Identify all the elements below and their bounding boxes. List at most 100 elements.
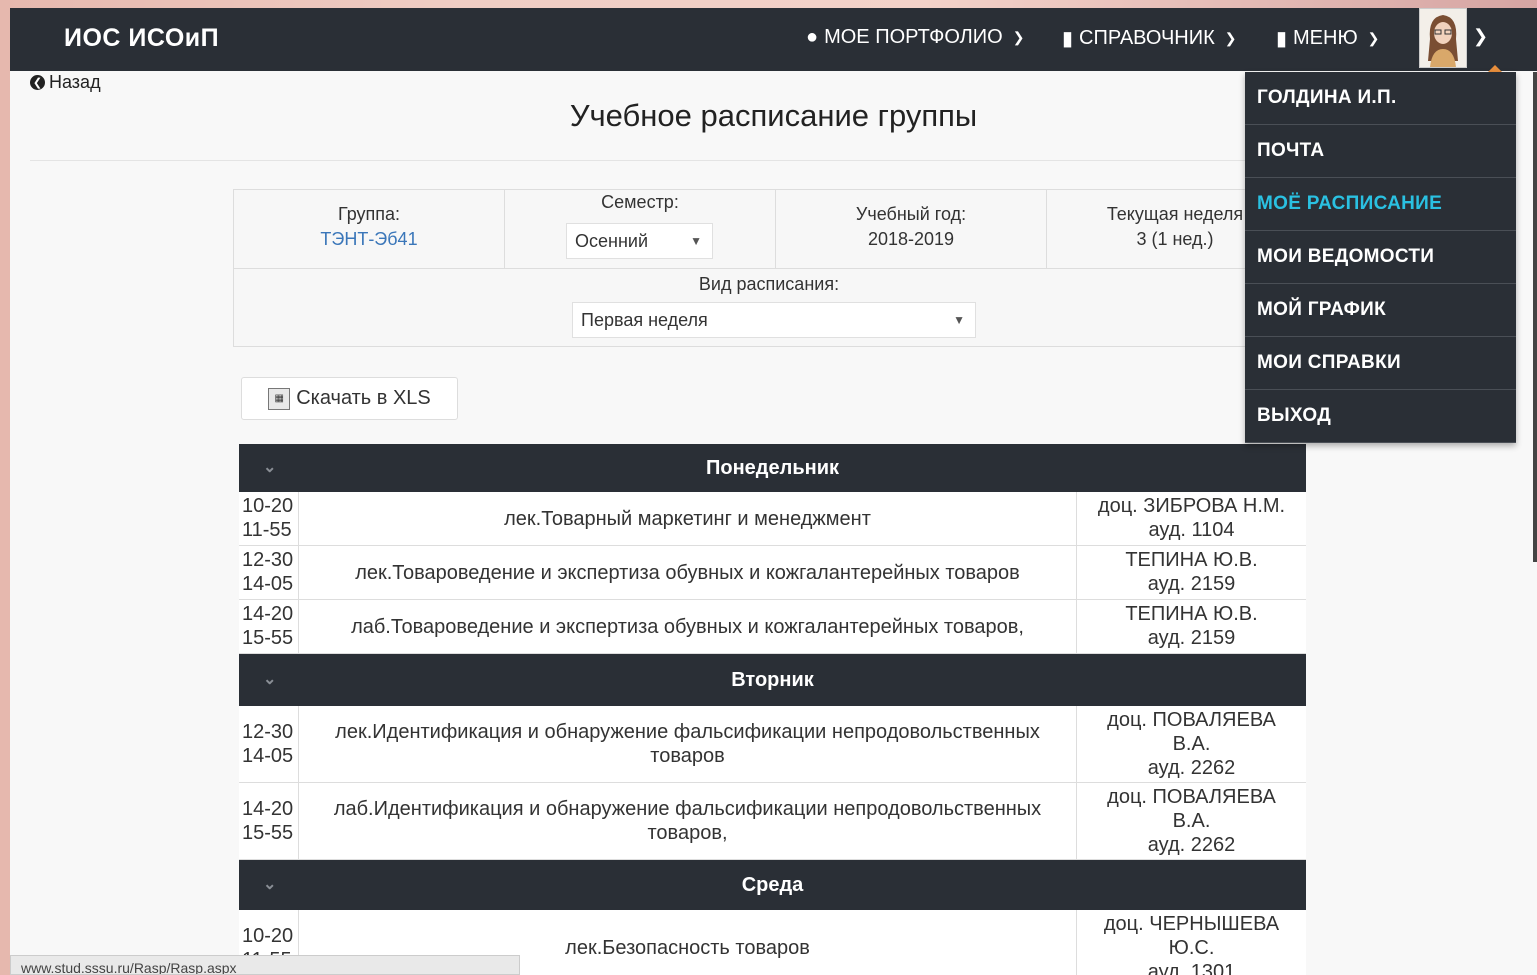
nav-menu-label: МЕНЮ: [1293, 27, 1358, 49]
menu-item-my-certificates[interactable]: МОИ СПРАВКИ: [1245, 337, 1516, 390]
caret-down-icon: ▼: [690, 234, 702, 248]
semester-select[interactable]: Осенний ▼: [566, 223, 713, 259]
time-end: 15-55: [242, 627, 294, 649]
teacher-name: доц. ЧЕРНЫШЕВА: [1103, 913, 1280, 935]
group-link[interactable]: ТЭНТ-Эб41: [234, 229, 504, 250]
download-xls-label: Скачать в XLS: [296, 387, 431, 409]
lesson-teacher: доц. ПОВАЛЯЕВА В.А. ауд. 2262: [1077, 783, 1306, 859]
day-header-monday[interactable]: ⌄ Понедельник: [239, 444, 1306, 492]
group-cell: Группа: ТЭНТ-Эб41: [234, 190, 505, 268]
brand-logo[interactable]: ИОС ИСОиП: [64, 24, 219, 53]
day-name: Среда: [741, 874, 804, 896]
time-start: 10-20: [242, 925, 294, 947]
nav-portfolio[interactable]: ● МОЕ ПОРТФОЛИО ❯: [806, 26, 1024, 49]
book-icon: ▮: [1276, 28, 1288, 50]
status-bar-url: www.stud.sssu.ru/Rasp/Rasp.aspx: [10, 955, 520, 975]
time-start: 10-20: [242, 495, 294, 517]
lesson-time: 12-30 14-05: [239, 546, 299, 599]
lesson-time: 14-20 15-55: [239, 600, 299, 653]
spreadsheet-icon: ▦: [268, 387, 291, 410]
back-link[interactable]: ❮ Назад: [30, 72, 101, 93]
chevron-down-icon[interactable]: ⌄: [263, 860, 276, 910]
menu-item-mail[interactable]: ПОЧТА: [1245, 125, 1516, 178]
semester-label: Семестр:: [601, 192, 679, 212]
lesson-teacher: доц. ЧЕРНЫШЕВА Ю.С. ауд. 1301: [1077, 910, 1306, 975]
table-row: 14-20 15-55 лаб.Идентификация и обнаружен…: [239, 783, 1306, 860]
chevron-down-icon: ❯: [1012, 29, 1025, 45]
book-icon: ▮: [1062, 28, 1074, 50]
lesson-teacher: доц. ЗИБРОВА Н.М. ауд. 1104: [1077, 492, 1306, 545]
table-row: 12-30 14-05 лек.Товароведение и экспертиз…: [239, 546, 1306, 600]
semester-cell: Семестр: Осенний ▼: [505, 190, 776, 268]
schedule-table: ⌄ Понедельник 10-20 11-55 лек.Товарный ма…: [239, 444, 1306, 975]
dropdown-caret: [1488, 65, 1502, 72]
room: ауд. 1301: [1147, 961, 1236, 975]
download-xls-button[interactable]: ▦ Скачать в XLS: [241, 377, 458, 420]
time-start: 14-20: [242, 603, 294, 625]
schedule-type-label: Вид расписания:: [698, 274, 840, 294]
menu-item-my-schedule[interactable]: МОЁ РАСПИСАНИЕ: [1245, 178, 1516, 231]
chevron-down-icon[interactable]: ⌄: [263, 444, 276, 492]
teacher-initials: Ю.С.: [1168, 937, 1215, 959]
menu-item-user-name[interactable]: ГОЛДИНА И.П.: [1245, 72, 1516, 125]
user-dropdown-menu: ГОЛДИНА И.П. ПОЧТА МОЁ РАСПИСАНИЕ МОИ ВЕ…: [1245, 72, 1516, 443]
lesson-teacher: ТЕПИНА Ю.В. ауд. 2159: [1077, 600, 1306, 653]
user-icon: ●: [806, 26, 819, 48]
divider: [234, 268, 1304, 269]
room: ауд. 2262: [1147, 834, 1236, 856]
time-start: 12-30: [242, 721, 294, 743]
nav-directory[interactable]: ▮ СПРАВОЧНИК ❯: [1062, 26, 1237, 51]
day-name: Понедельник: [706, 457, 839, 479]
lesson-subject: лаб.Товароведение и экспертиза обувных и…: [299, 600, 1077, 653]
table-row: 12-30 14-05 лек.Идентификация и обнаружен…: [239, 706, 1306, 783]
teacher-name: ТЕПИНА Ю.В.: [1125, 603, 1258, 625]
lesson-subject: лаб.Идентификация и обнаружение фальсифи…: [299, 783, 1077, 859]
teacher-initials: В.А.: [1172, 810, 1211, 832]
chevron-down-icon: ❯: [1224, 30, 1237, 46]
table-row: 14-20 15-55 лаб.Товароведение и экспертиз…: [239, 600, 1306, 654]
lesson-time: 14-20 15-55: [239, 783, 299, 859]
teacher-name: доц. ЗИБРОВА Н.М.: [1097, 495, 1286, 517]
teacher-name: доц. ПОВАЛЯЕВА: [1107, 709, 1276, 731]
lesson-time: 12-30 14-05: [239, 706, 299, 782]
lesson-subject: лек.Идентификация и обнаружение фальсифи…: [299, 706, 1077, 782]
year-value: 2018-2019: [867, 229, 955, 249]
year-label: Учебный год:: [855, 204, 967, 224]
nav-menu[interactable]: ▮ МЕНЮ ❯: [1276, 26, 1379, 51]
lesson-time: 10-2011-55: [239, 492, 299, 545]
room: ауд. 2262: [1147, 757, 1236, 779]
time-end: 15-55: [242, 822, 294, 844]
divider: [30, 160, 1260, 161]
year-cell: Учебный год: 2018-2019: [776, 190, 1047, 268]
day-name: Вторник: [731, 669, 814, 691]
menu-item-logout[interactable]: ВЫХОД: [1245, 390, 1516, 443]
lesson-teacher: ТЕПИНА Ю.В. ауд. 2159: [1077, 546, 1306, 599]
chevron-down-icon[interactable]: ❯: [1473, 26, 1488, 47]
nav-portfolio-label: МОЕ ПОРТФОЛИО: [824, 26, 1003, 48]
chevron-down-icon[interactable]: ⌄: [263, 654, 276, 706]
lesson-subject: лек.Товароведение и экспертиза обувных и…: [299, 546, 1077, 599]
avatar[interactable]: [1419, 8, 1467, 68]
time-end: 14-05: [242, 573, 294, 595]
teacher-initials: В.А.: [1172, 733, 1211, 755]
day-header-wednesday[interactable]: ⌄ Среда: [239, 860, 1306, 910]
arrow-left-icon: ❮: [30, 75, 45, 90]
time-end: 14-05: [242, 745, 294, 767]
menu-item-my-statements[interactable]: МОИ ВЕДОМОСТИ: [1245, 231, 1516, 284]
table-row: 10-20 11-55 лек.Товарный маркетинг и мене…: [239, 492, 1306, 546]
browser-viewport: ИОС ИСОиП ● МОЕ ПОРТФОЛИО ❯ ▮ СПРАВОЧНИК…: [10, 8, 1537, 975]
user-photo: [1420, 9, 1466, 67]
back-link-label: Назад: [49, 72, 101, 92]
nav-directory-label: СПРАВОЧНИК: [1079, 27, 1215, 49]
time-start: 12-30: [242, 549, 294, 571]
top-navbar: ИОС ИСОиП ● МОЕ ПОРТФОЛИО ❯ ▮ СПРАВОЧНИК…: [10, 8, 1537, 72]
caret-down-icon: ▼: [953, 313, 965, 327]
time-end: 11-55: [242, 519, 292, 541]
page-scrollbar[interactable]: [1533, 72, 1537, 562]
schedule-type-select[interactable]: Первая неделя ▼: [572, 302, 976, 338]
teacher-name: ТЕПИНА Ю.В.: [1125, 549, 1258, 571]
lesson-subject: лек.Товарный маркетинг и менеджмент: [299, 492, 1077, 545]
day-header-tuesday[interactable]: ⌄ Вторник: [239, 654, 1306, 706]
menu-item-my-timetable[interactable]: МОЙ ГРАФИК: [1245, 284, 1516, 337]
group-label: Группа:: [337, 204, 401, 224]
